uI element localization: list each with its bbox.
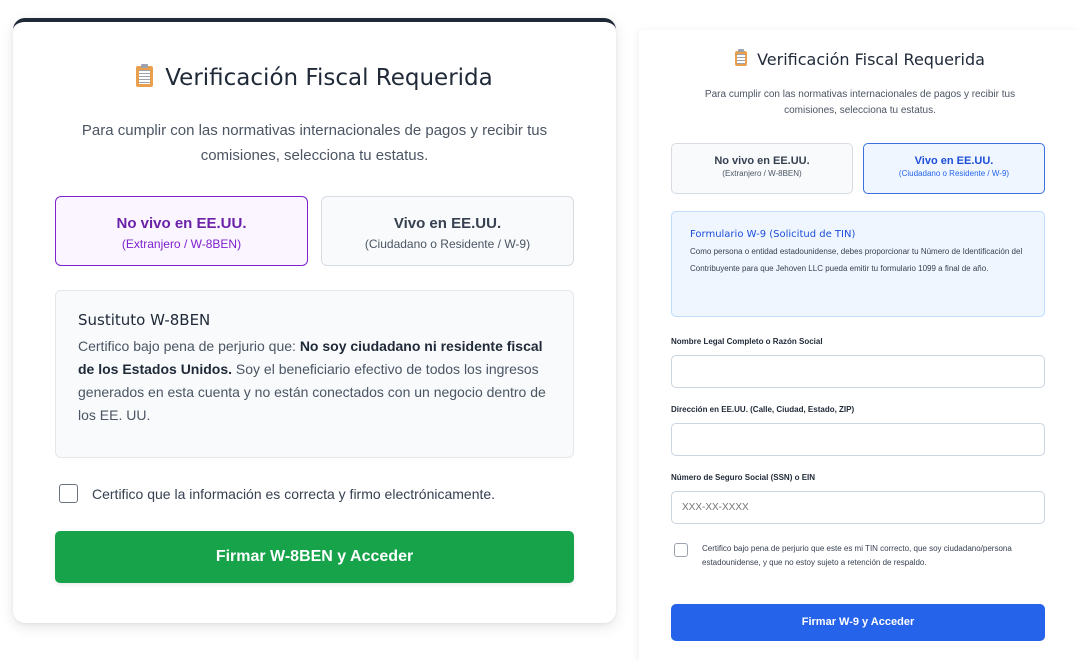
w9-title: Verificación Fiscal Requerida xyxy=(757,50,985,69)
w8ben-subtitle: Para cumplir con las normativas internac… xyxy=(81,122,548,164)
option-title: Vivo en EE.UU. xyxy=(393,215,502,232)
sign-w8ben-button[interactable]: Firmar W-8BEN y Acceder xyxy=(55,531,574,583)
w9-info-title: Formulario W-9 (Solicitud de TIN) xyxy=(690,229,856,240)
clipboard-icon xyxy=(136,64,154,87)
w9-certify-label: Certifico bajo pena de perjurio que este… xyxy=(702,544,1012,567)
sign-w9-button[interactable]: Firmar W-9 y Acceder xyxy=(671,604,1045,641)
w9-heading: Verificación Fiscal Requerida xyxy=(639,49,1081,69)
option-subtitle: (Ciudadano o Residente / W-9) xyxy=(364,237,531,251)
w9-info-box: Formulario W-9 (Solicitud de TIN) Como p… xyxy=(671,211,1045,317)
option-title: Vivo en EE.UU. xyxy=(914,155,994,167)
w8ben-certify-label: Certifico que la información es correcta… xyxy=(92,485,496,502)
option-no-us-resident[interactable]: No vivo en EE.UU. (Extranjero / W-8BEN) xyxy=(55,196,308,266)
option-us-resident[interactable]: Vivo en EE.UU. (Ciudadano o Residente / … xyxy=(863,143,1045,194)
declaration-text: Certifico bajo pena de perjurio que: No … xyxy=(78,335,549,427)
option-us-resident[interactable]: Vivo en EE.UU. (Ciudadano o Residente / … xyxy=(321,196,574,266)
w9-subtitle: Para cumplir con las normativas internac… xyxy=(704,89,1016,116)
legal-name-input[interactable] xyxy=(671,355,1045,388)
declaration-title: Sustituto W-8BEN xyxy=(78,311,211,329)
w8ben-heading: Verificación Fiscal Requerida xyxy=(13,64,616,91)
w8ben-card: Verificación Fiscal Requerida Para cumpl… xyxy=(13,18,616,623)
option-subtitle: (Ciudadano o Residente / W-9) xyxy=(898,169,1010,178)
address-input[interactable] xyxy=(671,423,1045,456)
w9-info-text: Como persona o entidad estadounidense, d… xyxy=(690,247,1023,273)
option-no-us-resident[interactable]: No vivo en EE.UU. (Extranjero / W-8BEN) xyxy=(671,143,853,194)
w8ben-certify-row[interactable]: Certifico que la información es correcta… xyxy=(59,484,495,503)
tin-input[interactable] xyxy=(671,491,1045,524)
w8ben-certify-checkbox[interactable] xyxy=(59,484,78,503)
clipboard-icon xyxy=(735,49,748,66)
w9-panel: Verificación Fiscal Requerida Para cumpl… xyxy=(639,30,1081,661)
declaration-text-start: Certifico bajo pena de perjurio que: xyxy=(78,338,300,354)
address-label: Dirección en EE.UU. (Calle, Ciudad, Esta… xyxy=(671,405,855,414)
w8ben-title: Verificación Fiscal Requerida xyxy=(165,65,493,91)
option-title: No vivo en EE.UU. xyxy=(116,215,247,232)
w8ben-declaration-box: Sustituto W-8BEN Certifico bajo pena de … xyxy=(55,290,574,458)
legal-name-label: Nombre Legal Completo o Razón Social xyxy=(671,337,823,346)
w9-certify-checkbox[interactable] xyxy=(674,543,688,557)
tin-label: Número de Seguro Social (SSN) o EIN xyxy=(671,473,816,482)
w9-certify-row[interactable]: Certifico bajo pena de perjurio que este… xyxy=(674,542,1046,570)
option-subtitle: (Extranjero / W-8BEN) xyxy=(722,169,802,178)
option-subtitle: (Extranjero / W-8BEN) xyxy=(121,237,242,251)
option-title: No vivo en EE.UU. xyxy=(714,155,810,167)
